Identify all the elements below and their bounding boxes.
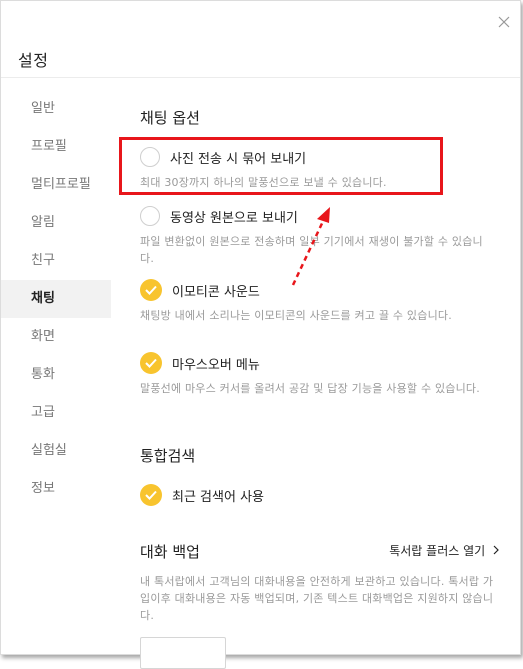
option-label: 마우스오버 메뉴 bbox=[172, 357, 260, 373]
section-heading-chat-options: 채팅 옵션 bbox=[140, 109, 200, 127]
sidebar-item-screen[interactable]: 화면 bbox=[1, 318, 111, 356]
option-original-video[interactable]: 동영상 원본으로 보내기 bbox=[140, 203, 298, 229]
sidebar-item-labs[interactable]: 실험실 bbox=[1, 432, 111, 470]
check-circle-icon[interactable] bbox=[140, 484, 162, 506]
option-emoticon-sound[interactable]: 이모티콘 사운드 bbox=[140, 277, 260, 303]
divider bbox=[1, 77, 520, 78]
option-recent-search[interactable]: 최근 검색어 사용 bbox=[140, 482, 264, 508]
sidebar-item-profile[interactable]: 프로필 bbox=[1, 128, 111, 166]
check-circle-icon[interactable] bbox=[140, 279, 162, 301]
chevron-right-icon bbox=[489, 544, 500, 558]
sidebar-item-general[interactable]: 일반 bbox=[1, 90, 111, 128]
section-heading-integrated-search: 통합검색 bbox=[140, 447, 196, 465]
link-label: 톡서랍 플러스 열기 bbox=[389, 544, 486, 558]
annotation-highlight-box bbox=[119, 137, 443, 195]
window-title: 설정 bbox=[18, 51, 49, 70]
settings-window: 설정 일반 프로필 멀티프로필 알림 친구 채팅 화면 통화 고급 실험실 정보… bbox=[0, 0, 521, 669]
talk-drawer-plus-link[interactable]: 톡서랍 플러스 열기 bbox=[389, 542, 500, 559]
sidebar-item-advanced[interactable]: 고급 bbox=[1, 394, 111, 432]
option-label: 이모티콘 사운드 bbox=[172, 284, 260, 300]
sidebar-item-info[interactable]: 정보 bbox=[1, 470, 111, 508]
option-label: 최근 검색어 사용 bbox=[172, 489, 264, 505]
backup-description: 내 톡서랍에서 고객님의 대화내용을 안전하게 보관하고 있습니다. 톡서랍 가… bbox=[140, 575, 494, 622]
sidebar-item-multiprofile[interactable]: 멀티프로필 bbox=[1, 166, 111, 204]
radio-unchecked-icon[interactable] bbox=[140, 206, 160, 226]
backup-button[interactable] bbox=[140, 637, 226, 669]
close-icon[interactable] bbox=[498, 13, 510, 28]
section-heading-chat-backup: 대화 백업 bbox=[140, 543, 200, 561]
option-label: 동영상 원본으로 보내기 bbox=[170, 210, 298, 226]
sidebar-item-friends[interactable]: 친구 bbox=[1, 242, 111, 280]
sidebar-item-chat[interactable]: 채팅 bbox=[1, 280, 111, 318]
sidebar-item-notifications[interactable]: 알림 bbox=[1, 204, 111, 242]
check-circle-icon[interactable] bbox=[140, 352, 162, 374]
sidebar: 일반 프로필 멀티프로필 알림 친구 채팅 화면 통화 고급 실험실 정보 bbox=[1, 90, 111, 508]
option-description: 채팅방 내에서 소리나는 이모티콘의 사운드를 켜고 끌 수 있습니다. bbox=[140, 309, 452, 322]
arrow-annotation-icon bbox=[281, 201, 341, 295]
option-mouseover-menu[interactable]: 마우스오버 메뉴 bbox=[140, 350, 260, 376]
sidebar-item-call[interactable]: 통화 bbox=[1, 356, 111, 394]
option-description: 말풍선에 마우스 커서를 올려서 공감 및 답장 기능을 사용할 수 있습니다. bbox=[140, 382, 480, 395]
